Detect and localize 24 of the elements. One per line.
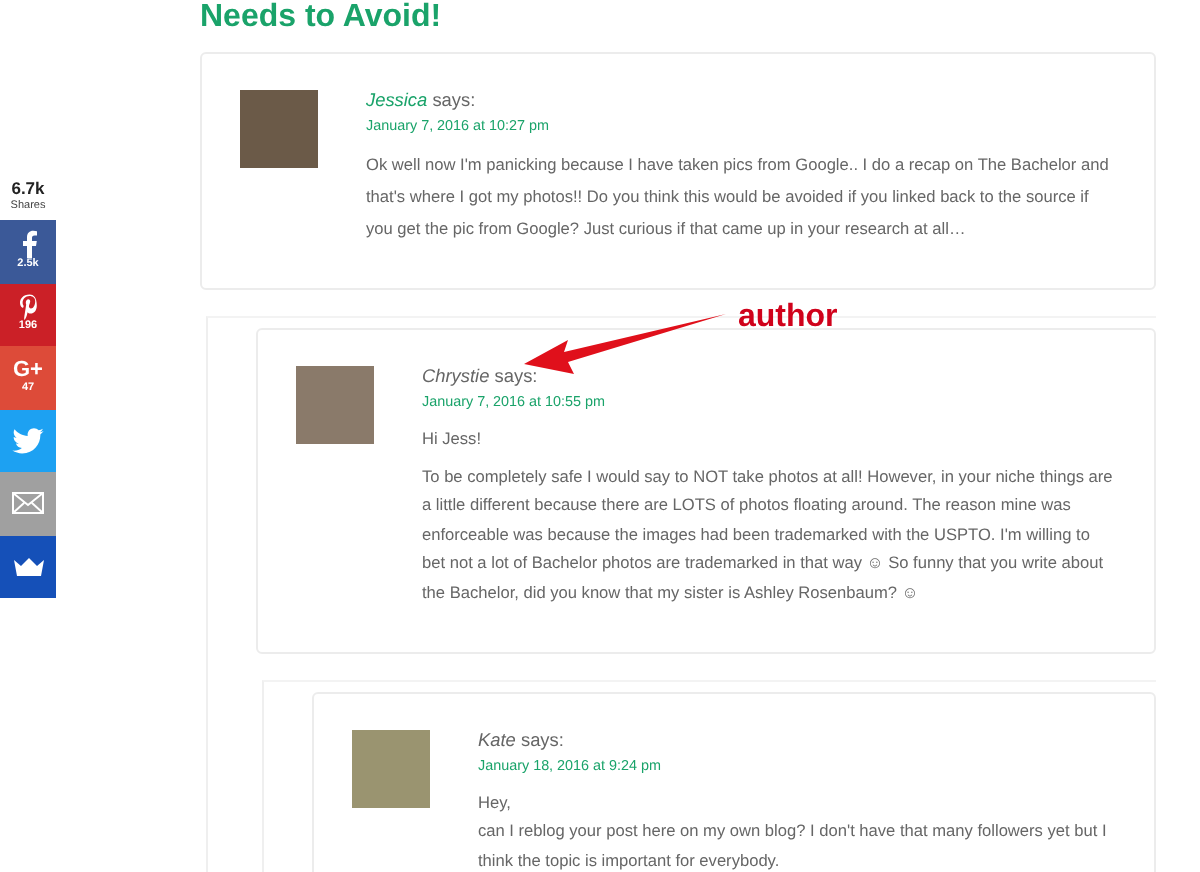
bird-icon: [12, 427, 44, 454]
g-plus-label: G+: [13, 358, 43, 383]
comment-text: To be completely safe I would say to NOT take photos at all! However, in your niche things are a little different because there are LOTS of photos floating around. The reason mine was enforceable was because the images had been trademarked with the USPTO. I'm willing to bet not a lot of Bachelor photos are trademarked in that way ☺ So funny that you write about the Bachelor, did you know that my sister is Ashley Rosenbaum? ☺: [422, 463, 1114, 606]
avatar-photo-placeholder: [352, 729, 430, 808]
says-label: says:: [520, 729, 564, 750]
share-total: 6.7k: [9, 180, 47, 198]
annotation-label: author: [738, 300, 838, 336]
author-link[interactable]: Jessica: [366, 90, 428, 110]
avatar-photo-placeholder: [296, 366, 374, 444]
twitter-share-button[interactable]: [0, 409, 56, 472]
p-letter-icon: [17, 294, 39, 321]
author-name: Kate: [478, 729, 516, 750]
avatar-photo-placeholder: [240, 90, 318, 168]
envelope-icon: [12, 492, 44, 515]
says-label: says:: [494, 366, 538, 386]
says-label: says:: [432, 90, 476, 110]
comment-text: Hi Jess!: [422, 426, 484, 452]
crown-share-button[interactable]: [0, 535, 56, 598]
f-letter-icon: [19, 230, 37, 259]
comment-text: Ok well now I'm panicking because I have taken pics from Google.. I do a recap on The Bachelor and that's where I got my photos!! Do you think this would be avoided if you linked back to the source if you get the pic from Google? Just curious if that came up in your research at all…: [366, 152, 1111, 242]
author-name: Chrystie: [422, 366, 490, 386]
crown-icon: [13, 557, 43, 576]
comment-text: Hey, can I reblog your post here on my own blog? I don't have that many followers yet but I think the topic is important for everybody.: [478, 789, 1109, 872]
section-heading: Needs to Avoid!: [200, 0, 444, 36]
